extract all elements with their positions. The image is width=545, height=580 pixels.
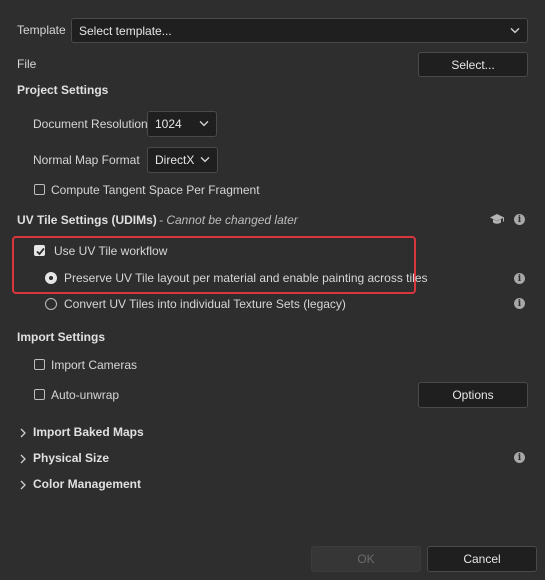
- template-dropdown[interactable]: Select template...: [71, 18, 528, 43]
- preserve-info-icon[interactable]: i: [514, 273, 525, 284]
- import-cameras-checkbox[interactable]: [34, 359, 45, 370]
- check-icon: [36, 247, 45, 256]
- chevron-down-icon: [200, 156, 210, 163]
- physical-size-label: Physical Size: [33, 451, 110, 465]
- normal-map-value: DirectX: [155, 153, 195, 167]
- preserve-label: Preserve UV Tile layout per material and…: [64, 271, 428, 285]
- uv-tile-info-icon[interactable]: i: [514, 214, 525, 225]
- auto-unwrap-checkbox[interactable]: [34, 389, 45, 400]
- import-baked-maps-label: Import Baked Maps: [33, 425, 144, 439]
- tangent-checkbox[interactable]: [34, 184, 45, 195]
- normal-map-dropdown[interactable]: DirectX: [147, 147, 218, 173]
- color-management-section[interactable]: Color Management: [17, 477, 317, 493]
- color-management-label: Color Management: [33, 477, 142, 491]
- import-cameras-label: Import Cameras: [51, 358, 138, 372]
- convert-label: Convert UV Tiles into individual Texture…: [64, 297, 346, 311]
- normal-map-label: Normal Map Format: [33, 153, 140, 167]
- convert-radio[interactable]: [45, 298, 57, 310]
- resolution-dropdown[interactable]: 1024: [147, 111, 217, 137]
- ok-button[interactable]: OK: [311, 546, 421, 572]
- template-label: Template: [17, 23, 66, 37]
- chevron-right-icon: [20, 480, 26, 490]
- convert-info-icon[interactable]: i: [514, 298, 525, 309]
- options-button[interactable]: Options: [418, 382, 528, 408]
- cancel-button[interactable]: Cancel: [427, 546, 537, 572]
- resolution-label: Document Resolution: [33, 117, 148, 131]
- use-uv-tile-checkbox[interactable]: [34, 245, 45, 256]
- file-select-button[interactable]: Select...: [418, 52, 528, 77]
- chevron-down-icon: [199, 120, 209, 127]
- physical-size-info-icon[interactable]: i: [514, 452, 525, 463]
- project-settings-title: Project Settings: [17, 83, 109, 97]
- tangent-label: Compute Tangent Space Per Fragment: [51, 183, 260, 197]
- use-uv-tile-label: Use UV Tile workflow: [54, 244, 168, 258]
- chevron-right-icon: [20, 428, 26, 438]
- uv-tile-note: - Cannot be changed later: [159, 213, 298, 227]
- graduation-cap-icon[interactable]: [489, 213, 505, 226]
- resolution-value: 1024: [155, 117, 182, 131]
- template-value: Select template...: [79, 23, 172, 38]
- uv-tile-title: UV Tile Settings (UDIMs): [17, 213, 157, 227]
- import-settings-title: Import Settings: [17, 330, 106, 344]
- preserve-radio[interactable]: [45, 272, 57, 284]
- import-baked-maps-section[interactable]: Import Baked Maps: [17, 425, 317, 441]
- physical-size-section[interactable]: Physical Size: [17, 451, 317, 467]
- auto-unwrap-label: Auto-unwrap: [51, 388, 120, 402]
- file-label: File: [17, 57, 37, 71]
- chevron-right-icon: [20, 454, 26, 464]
- chevron-down-icon: [510, 27, 520, 33]
